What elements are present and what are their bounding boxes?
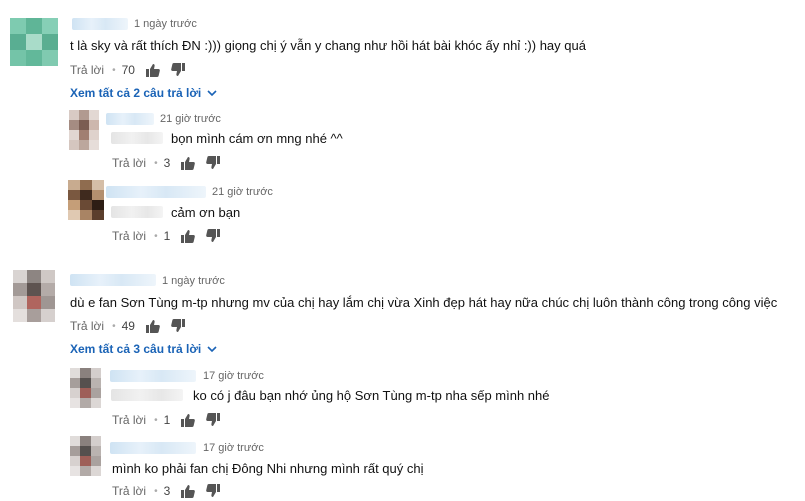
comment-text: dù e fan Sơn Tùng m-tp nhưng mv của chị … bbox=[70, 295, 778, 310]
chevron-down-icon bbox=[207, 344, 217, 354]
separator-dot: • bbox=[154, 414, 158, 426]
view-replies-button[interactable]: Xem tất cả 3 câu trả lời bbox=[70, 342, 217, 356]
thumb-up-icon[interactable] bbox=[180, 483, 196, 499]
reply-avatar[interactable] bbox=[70, 436, 101, 476]
reply-avatar[interactable] bbox=[70, 368, 101, 408]
comment-time[interactable]: 1 ngày trước bbox=[162, 275, 225, 287]
reply-author-name[interactable] bbox=[110, 442, 196, 454]
view-replies-label: Xem tất cả 3 câu trả lời bbox=[70, 342, 202, 356]
reply-button[interactable]: Trả lời bbox=[70, 319, 104, 333]
reply-time[interactable]: 17 giờ trước bbox=[203, 370, 264, 382]
reply-text: mình ko phải fan chị Đông Nhi nhưng mình… bbox=[112, 461, 424, 476]
thumb-up-icon[interactable] bbox=[145, 318, 161, 334]
reply-button[interactable]: Trả lời bbox=[112, 413, 146, 427]
reply-button[interactable]: Trả lời bbox=[112, 484, 146, 498]
avatar[interactable] bbox=[13, 270, 55, 322]
separator-dot: • bbox=[154, 485, 158, 497]
like-count: 3 bbox=[163, 484, 171, 498]
reply-time[interactable]: 17 giờ trước bbox=[203, 442, 264, 454]
comment-2: 1 ngày trước dù e fan Sơn Tùng m-tp nhưn… bbox=[0, 0, 805, 501]
reply-author-name[interactable] bbox=[110, 370, 196, 382]
separator-dot: • bbox=[112, 320, 116, 332]
reply-actions: Trả lời • 3 bbox=[112, 482, 230, 500]
thumb-down-icon[interactable] bbox=[170, 318, 186, 334]
reply-text: ko có j đâu bạn nhớ ủng hộ Sơn Tùng m-tp… bbox=[193, 388, 550, 403]
like-count: 49 bbox=[121, 319, 135, 333]
comment-actions: Trả lời • 49 bbox=[70, 317, 195, 335]
reply-actions: Trả lời • 1 bbox=[112, 411, 230, 429]
thumb-down-icon[interactable] bbox=[205, 412, 221, 428]
like-count: 1 bbox=[163, 413, 171, 427]
thumb-down-icon[interactable] bbox=[205, 483, 221, 499]
author-name[interactable] bbox=[70, 274, 156, 286]
thumb-up-icon[interactable] bbox=[180, 412, 196, 428]
reply-mention[interactable] bbox=[111, 389, 183, 401]
